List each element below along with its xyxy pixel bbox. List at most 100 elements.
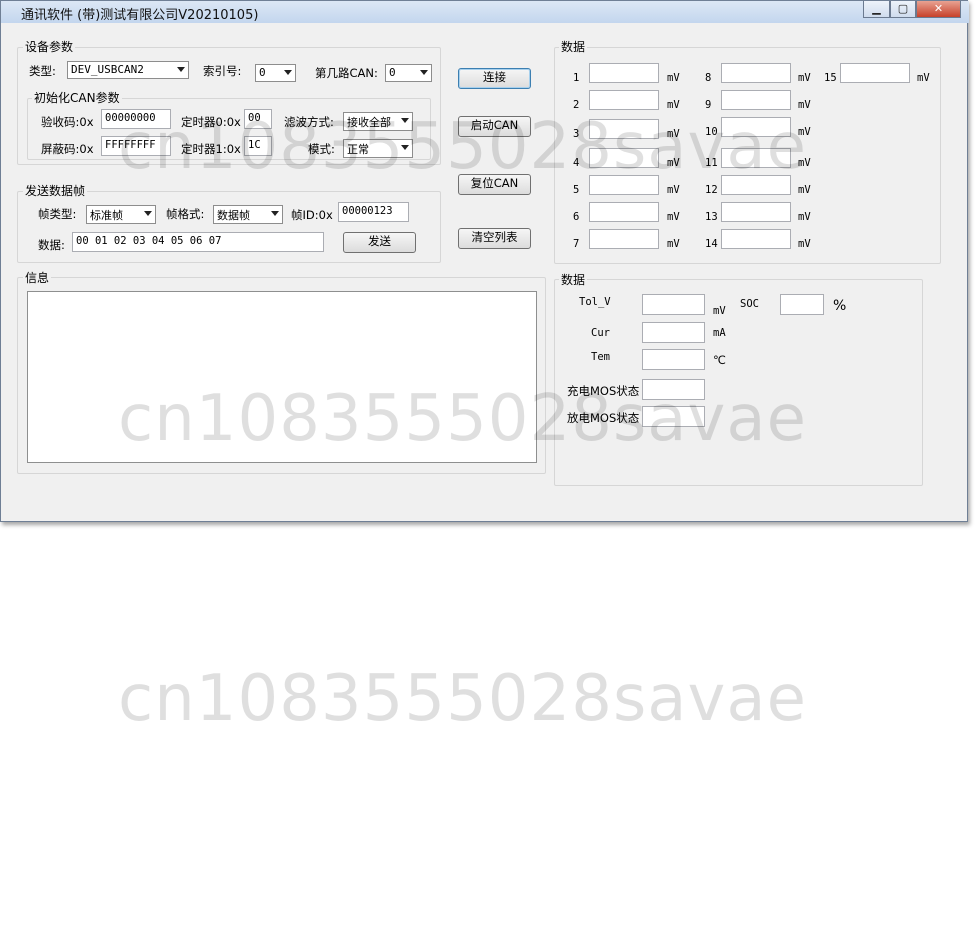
data-label: 数据: bbox=[38, 238, 65, 252]
frame-format-select-value: 数据帧 bbox=[217, 209, 250, 222]
cell-index: 15 bbox=[824, 72, 837, 84]
cell-index: 10 bbox=[705, 126, 718, 138]
send-button[interactable]: 发送 bbox=[343, 232, 416, 253]
mask-input[interactable]: FFFFFFFF bbox=[101, 136, 171, 156]
mode-select[interactable]: 正常 bbox=[343, 139, 413, 158]
window-title: 通讯软件 (带)测试有限公司V20210105) bbox=[21, 8, 259, 23]
cur-field[interactable] bbox=[642, 322, 705, 343]
watermark-text: cn1083555028savae bbox=[118, 662, 807, 736]
cell-voltage-field[interactable] bbox=[589, 229, 659, 249]
discharge-mos-field[interactable] bbox=[642, 406, 705, 427]
clear-list-button[interactable]: 清空列表 bbox=[458, 228, 531, 249]
cell-voltage-field[interactable] bbox=[721, 229, 791, 249]
reset-can-button[interactable]: 复位CAN bbox=[458, 174, 531, 195]
cell-voltage-field[interactable] bbox=[721, 117, 791, 137]
chevron-down-icon bbox=[177, 67, 185, 72]
frame-type-select[interactable]: 标准帧 bbox=[86, 205, 156, 224]
type-label: 类型: bbox=[29, 64, 56, 78]
cell-unit: mV bbox=[798, 238, 811, 250]
charge-mos-field[interactable] bbox=[642, 379, 705, 400]
soc-field[interactable] bbox=[780, 294, 824, 315]
maximize-button[interactable]: ▢ bbox=[890, 1, 916, 18]
cell-voltage-field[interactable] bbox=[721, 148, 791, 168]
tem-label: Tem bbox=[591, 351, 610, 363]
connect-button[interactable]: 连接 bbox=[458, 68, 531, 89]
cell-index: 9 bbox=[705, 99, 712, 111]
cell-voltage-field[interactable] bbox=[589, 119, 659, 139]
cell-voltage-field[interactable] bbox=[589, 175, 659, 195]
cell-unit: mV bbox=[798, 99, 811, 111]
cell-index: 12 bbox=[705, 184, 718, 196]
frame-format-select[interactable]: 数据帧 bbox=[213, 205, 283, 224]
cell-index: 4 bbox=[573, 157, 580, 169]
cell-voltage-field[interactable] bbox=[721, 90, 791, 110]
init-can-label: 初始化CAN参数 bbox=[32, 89, 122, 106]
tem-field[interactable] bbox=[642, 349, 705, 370]
cell-index: 6 bbox=[573, 211, 580, 223]
cell-unit: mV bbox=[917, 72, 930, 84]
cell-index: 7 bbox=[573, 238, 580, 250]
chevron-down-icon bbox=[420, 70, 428, 75]
cell-voltage-field[interactable] bbox=[589, 63, 659, 83]
can-channel-label: 第几路CAN: bbox=[315, 66, 378, 80]
timer1-input[interactable]: 1C bbox=[244, 136, 272, 156]
tol-v-label: Tol_V bbox=[579, 296, 611, 308]
device-params-label: 设备参数 bbox=[23, 38, 76, 55]
frame-format-label: 帧格式: bbox=[166, 207, 205, 221]
can-channel-select[interactable]: 0 bbox=[385, 64, 432, 82]
cell-unit: mV bbox=[667, 184, 680, 196]
cur-label: Cur bbox=[591, 327, 610, 339]
minimize-button[interactable]: ▁ bbox=[863, 1, 890, 18]
cell-unit: mV bbox=[798, 211, 811, 223]
mode-label: 模式: bbox=[308, 142, 335, 156]
timer0-label: 定时器0:0x bbox=[181, 115, 241, 129]
cell-index: 8 bbox=[705, 72, 712, 84]
type-select[interactable]: DEV_USBCAN2 bbox=[67, 61, 189, 79]
cell-index: 11 bbox=[705, 157, 718, 169]
title-bar[interactable]: 通讯软件 (带)测试有限公司V20210105) ▁ ▢ ✕ bbox=[1, 1, 969, 23]
mode-select-value: 正常 bbox=[347, 143, 369, 156]
tol-v-field[interactable] bbox=[642, 294, 705, 315]
info-log-list[interactable] bbox=[27, 291, 537, 463]
cell-index: 5 bbox=[573, 184, 580, 196]
cell-unit: mV bbox=[667, 128, 680, 140]
filter-select-value: 接收全部 bbox=[347, 116, 391, 129]
cell-voltage-field[interactable] bbox=[721, 202, 791, 222]
frame-id-label: 帧ID:0x bbox=[291, 208, 333, 222]
cell-unit: mV bbox=[667, 99, 680, 111]
send-frame-label: 发送数据帧 bbox=[23, 182, 88, 199]
chevron-down-icon bbox=[271, 211, 279, 216]
can-channel-select-value: 0 bbox=[389, 66, 396, 79]
cell-voltage-field[interactable] bbox=[589, 148, 659, 168]
cell-voltage-field[interactable] bbox=[589, 202, 659, 222]
timer0-input[interactable]: 00 bbox=[244, 109, 272, 129]
cell-unit: mV bbox=[798, 157, 811, 169]
cell-unit: mV bbox=[798, 184, 811, 196]
cell-voltage-field[interactable] bbox=[840, 63, 910, 83]
index-select-value: 0 bbox=[259, 66, 266, 79]
discharge-mos-label: 放电MOS状态 bbox=[567, 411, 640, 425]
info-label: 信息 bbox=[23, 269, 52, 286]
acc-code-input[interactable]: 00000000 bbox=[101, 109, 171, 129]
cell-voltage-field[interactable] bbox=[589, 90, 659, 110]
frame-id-input[interactable]: 00000123 bbox=[338, 202, 409, 222]
cell-index: 1 bbox=[573, 72, 580, 84]
index-select[interactable]: 0 bbox=[255, 64, 296, 82]
frame-type-label: 帧类型: bbox=[38, 207, 77, 221]
start-can-button[interactable]: 启动CAN bbox=[458, 116, 531, 137]
filter-select[interactable]: 接收全部 bbox=[343, 112, 413, 131]
mask-label: 屏蔽码:0x bbox=[41, 142, 94, 156]
close-button[interactable]: ✕ bbox=[916, 1, 961, 18]
acc-code-label: 验收码:0x bbox=[41, 115, 94, 129]
battery-status-label: 数据 bbox=[559, 271, 588, 288]
cell-voltage-field[interactable] bbox=[721, 63, 791, 83]
type-select-value: DEV_USBCAN2 bbox=[71, 63, 144, 76]
app-window: 通讯软件 (带)测试有限公司V20210105) ▁ ▢ ✕ 设备参数 类型: … bbox=[0, 0, 969, 522]
chevron-down-icon bbox=[144, 211, 152, 216]
tol-v-unit: mV bbox=[713, 305, 726, 317]
cell-index: 14 bbox=[705, 238, 718, 250]
frame-type-select-value: 标准帧 bbox=[90, 209, 123, 222]
data-input[interactable]: 00 01 02 03 04 05 06 07 bbox=[72, 232, 324, 252]
cell-voltage-field[interactable] bbox=[721, 175, 791, 195]
cell-index: 2 bbox=[573, 99, 580, 111]
